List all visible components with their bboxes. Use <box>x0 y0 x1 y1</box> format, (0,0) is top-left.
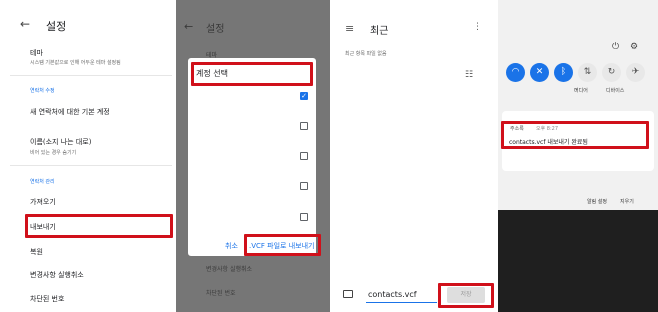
account-checkbox[interactable]: ✓ <box>300 92 308 100</box>
account-checkbox[interactable] <box>300 213 308 221</box>
devices-label[interactable]: 디바이스 <box>606 87 624 94</box>
recent-title: 최근 <box>370 26 389 37</box>
filename-underline <box>366 302 437 303</box>
save-file-panel: ≡ 최근 ⋮ 최근 항목 파일 없음 ☷ contacts.vcf 저장 <box>330 0 498 312</box>
divider <box>10 165 172 166</box>
back-arrow-icon: ← <box>184 20 194 33</box>
dialog-title-highlight <box>191 62 313 86</box>
name-format-desc: 비어 있는 경우 숨기기 <box>30 150 77 156</box>
power-icon[interactable]: ⏻ <box>612 42 619 52</box>
account-checkbox[interactable] <box>300 122 308 130</box>
data-icon[interactable]: ⇅ <box>578 63 597 82</box>
import-item[interactable]: 가져오기 <box>30 197 56 207</box>
theme-desc: 시스템 기본값으로 인해 어두운 테마 설정됨 <box>30 60 121 66</box>
menu-icon[interactable]: ≡ <box>345 22 354 35</box>
filename-input[interactable]: contacts.vcf <box>368 290 417 299</box>
dimmed-text: 차단된 번호 <box>206 290 236 297</box>
back-arrow-icon[interactable]: ← <box>20 17 30 31</box>
save-highlight <box>438 283 494 308</box>
undo-changes-item[interactable]: 변경사항 실행취소 <box>30 270 84 280</box>
account-dialog-panel: ← 설정 테마 변경사항 실행취소 차단된 번호 계정 선택 ✓ 취소 .VCF… <box>176 0 330 312</box>
section-contact-edit: 연락처 수정 <box>30 88 55 94</box>
dimmed-settings-title: 설정 <box>206 24 225 35</box>
export-highlight <box>25 214 173 238</box>
notification-shade-panel: ⏻ ⚙ ◠ ✕ ᛒ ⇅ ↻ ✈ ⌄ 미디어 디바이스 주소록 오후 8:27 c… <box>498 0 658 312</box>
divider <box>10 75 172 76</box>
bluetooth-icon[interactable]: ᛒ <box>554 63 573 82</box>
settings-title: 설정 <box>46 20 67 33</box>
list-view-icon[interactable]: ☷ <box>465 70 473 80</box>
quick-settings-area <box>498 0 658 210</box>
file-type-icon <box>343 290 353 298</box>
settings-panel: ← 설정 테마 시스템 기본값으로 인해 어두운 테마 설정됨 연락처 수정 새… <box>0 0 176 312</box>
notification-settings-button[interactable]: 알림 설정 <box>587 198 607 205</box>
dimmed-text: 변경사항 실행취소 <box>206 266 253 273</box>
theme-title[interactable]: 테마 <box>30 48 43 58</box>
notification-highlight <box>501 121 649 149</box>
more-options-icon[interactable]: ⋮ <box>473 22 482 32</box>
export-vcf-highlight <box>244 234 321 256</box>
account-checkbox[interactable] <box>300 152 308 160</box>
account-checkbox[interactable] <box>300 182 308 190</box>
airplane-icon[interactable]: ✈ <box>626 63 645 82</box>
mute-icon[interactable]: ✕ <box>530 63 549 82</box>
clear-all-button[interactable]: 지우기 <box>620 198 634 205</box>
blocked-numbers-item[interactable]: 차단된 번호 <box>30 294 64 304</box>
rotate-icon[interactable]: ↻ <box>602 63 621 82</box>
account-select-dialog: 계정 선택 ✓ 취소 .VCF 파일로 내보내기 <box>188 58 316 256</box>
wifi-icon[interactable]: ◠ <box>506 63 525 82</box>
settings-gear-icon[interactable]: ⚙ <box>630 42 638 52</box>
section-contact-manage: 연락처 관리 <box>30 179 55 185</box>
cancel-button[interactable]: 취소 <box>225 241 238 251</box>
restore-item[interactable]: 복원 <box>30 247 43 257</box>
empty-recent-text: 최근 항목 파일 없음 <box>345 51 387 57</box>
default-account-item[interactable]: 새 연락처에 대한 기본 계정 <box>30 107 110 117</box>
name-format-title[interactable]: 이름(소지 나는 대로) <box>30 137 91 147</box>
media-label[interactable]: 미디어 <box>574 87 588 94</box>
